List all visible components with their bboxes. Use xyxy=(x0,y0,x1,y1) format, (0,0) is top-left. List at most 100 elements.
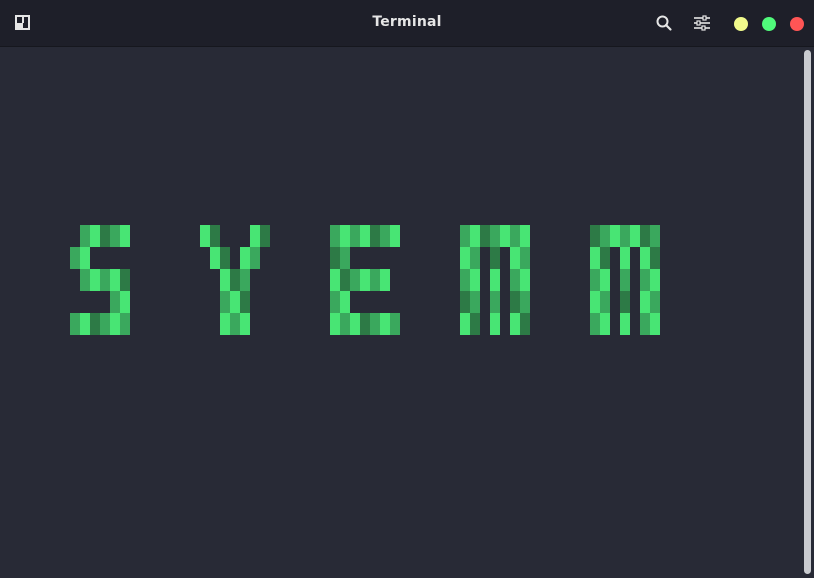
banner-block xyxy=(210,247,220,269)
banner-block xyxy=(600,313,610,335)
banner-block xyxy=(520,225,530,247)
banner-block xyxy=(380,269,390,291)
banner-block xyxy=(240,247,250,269)
banner-block xyxy=(340,291,350,313)
banner-block xyxy=(120,269,130,291)
banner-block xyxy=(470,291,480,313)
banner-block xyxy=(220,313,230,335)
banner-block xyxy=(490,313,500,335)
banner-block xyxy=(350,313,360,335)
maximize-button[interactable] xyxy=(762,17,776,31)
banner-block xyxy=(80,225,90,247)
banner-block xyxy=(80,269,90,291)
banner-block xyxy=(590,291,600,313)
banner-block xyxy=(80,313,90,335)
banner-block xyxy=(620,225,630,247)
banner-block xyxy=(220,291,230,313)
banner-block xyxy=(210,225,220,247)
banner-block xyxy=(620,269,630,291)
banner-block xyxy=(100,313,110,335)
banner-block xyxy=(500,225,510,247)
banner-block xyxy=(380,225,390,247)
banner-block xyxy=(490,225,500,247)
search-icon[interactable] xyxy=(655,14,673,32)
banner-block xyxy=(520,291,530,313)
banner-block xyxy=(240,291,250,313)
banner-block xyxy=(470,269,480,291)
banner-block xyxy=(240,313,250,335)
terminal-window: Terminal xyxy=(0,0,814,578)
banner-block xyxy=(380,313,390,335)
banner-block xyxy=(600,225,610,247)
banner-block xyxy=(590,225,600,247)
close-button[interactable] xyxy=(790,17,804,31)
banner-block xyxy=(590,269,600,291)
banner-block xyxy=(260,225,270,247)
banner-block xyxy=(470,225,480,247)
banner-block xyxy=(620,313,630,335)
banner-block xyxy=(330,313,340,335)
banner-block xyxy=(90,313,100,335)
banner-block xyxy=(110,291,120,313)
banner-block xyxy=(370,313,380,335)
banner-block xyxy=(350,225,360,247)
banner-block xyxy=(370,225,380,247)
banner-block xyxy=(340,269,350,291)
banner-block xyxy=(200,225,210,247)
banner-block xyxy=(390,313,400,335)
banner-block xyxy=(510,313,520,335)
banner-block xyxy=(630,225,640,247)
banner-block xyxy=(100,225,110,247)
banner-block xyxy=(110,313,120,335)
banner-block xyxy=(520,269,530,291)
banner-block xyxy=(490,269,500,291)
banner-block xyxy=(80,247,90,269)
banner-block xyxy=(510,291,520,313)
banner-block xyxy=(350,269,360,291)
banner-block xyxy=(360,225,370,247)
banner-block xyxy=(240,269,250,291)
banner-block xyxy=(640,247,650,269)
banner-block xyxy=(520,313,530,335)
banner-block xyxy=(330,225,340,247)
sliders-icon[interactable] xyxy=(693,14,711,32)
banner-block xyxy=(480,225,490,247)
banner-block xyxy=(650,291,660,313)
scrollbar[interactable] xyxy=(804,50,811,574)
banner-block xyxy=(640,225,650,247)
banner-block xyxy=(120,291,130,313)
banner-block xyxy=(640,269,650,291)
banner-block xyxy=(120,225,130,247)
banner-block xyxy=(650,247,660,269)
banner-block xyxy=(360,269,370,291)
banner-block xyxy=(70,247,80,269)
banner-block xyxy=(230,269,240,291)
banner-block xyxy=(510,247,520,269)
terminal-content[interactable] xyxy=(0,47,814,578)
banner-block xyxy=(620,291,630,313)
banner-block xyxy=(110,225,120,247)
banner-block xyxy=(460,291,470,313)
banner-block xyxy=(490,291,500,313)
banner-block xyxy=(460,225,470,247)
banner-block xyxy=(650,225,660,247)
banner-block xyxy=(90,225,100,247)
banner-block xyxy=(340,313,350,335)
banner-block xyxy=(620,247,630,269)
banner-block xyxy=(510,269,520,291)
banner-block xyxy=(520,247,530,269)
banner-block xyxy=(600,291,610,313)
banner-block xyxy=(90,269,100,291)
banner-block xyxy=(460,313,470,335)
banner-block xyxy=(470,313,480,335)
banner-block xyxy=(250,225,260,247)
banner-block xyxy=(590,313,600,335)
banner-block xyxy=(330,269,340,291)
banner-block xyxy=(250,247,260,269)
minimize-button[interactable] xyxy=(734,17,748,31)
ascii-banner xyxy=(70,225,660,335)
banner-block xyxy=(600,269,610,291)
banner-block xyxy=(330,247,340,269)
banner-block xyxy=(470,247,480,269)
banner-block xyxy=(600,247,610,269)
